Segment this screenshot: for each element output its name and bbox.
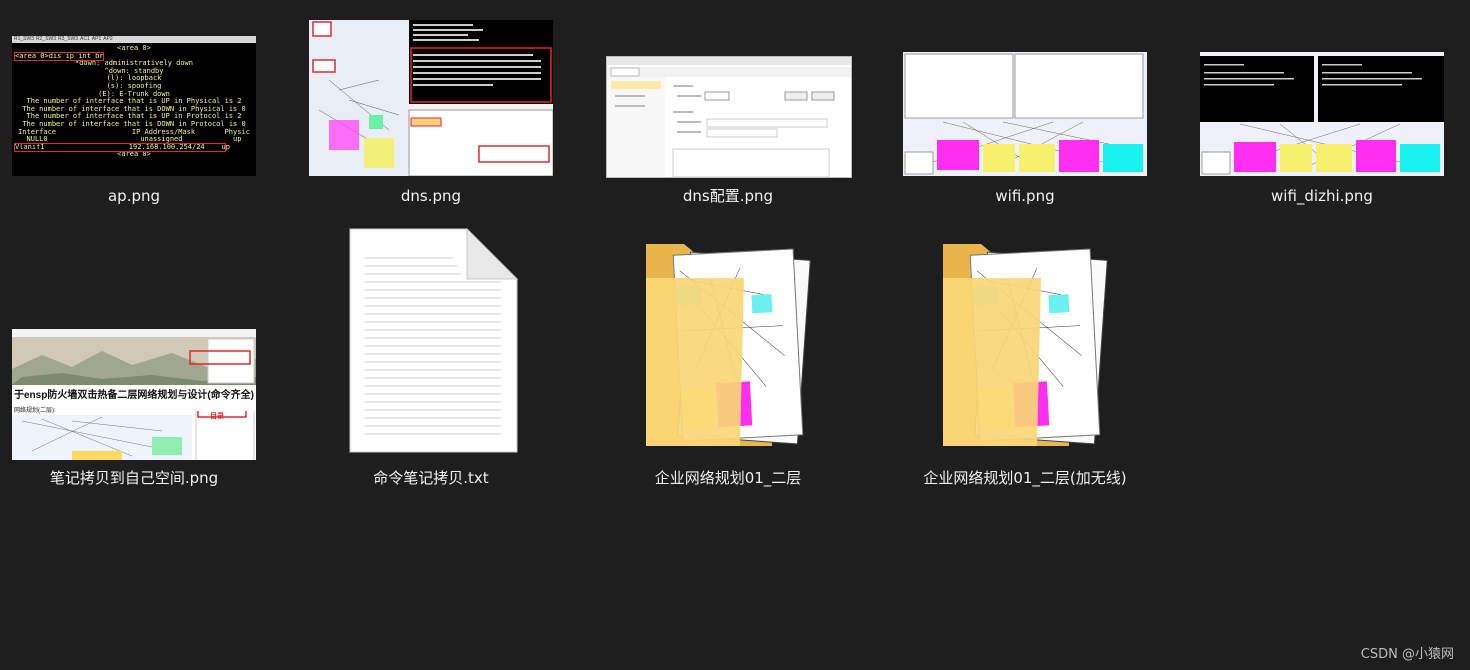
folder-network-plan[interactable]: 企业网络规划01_二层 [580, 210, 876, 487]
file-name: dns.png [400, 187, 462, 205]
terminal-tab: AP2 [103, 36, 113, 42]
terminal-tab: R2_SW3 [36, 36, 57, 42]
file-notes-txt[interactable]: 命令笔记拷贝.txt [283, 210, 579, 487]
landscape-banner [12, 329, 256, 385]
terminal-tabs: R1_SW3 R2_SW3 R3_SW3 AC1 AP1 AP2 [12, 36, 256, 43]
wifi-dizhi-thumbnail [1200, 52, 1444, 176]
terminal-tab: AP1 [91, 36, 102, 42]
folder-network-plan-wireless[interactable]: 企业网络规划01_二层(加无线) [877, 210, 1173, 487]
file-name: wifi.png [995, 187, 1055, 205]
file-wifi-png[interactable]: wifi.png [877, 20, 1173, 205]
dns-thumbnail [309, 20, 553, 176]
file-blog-png[interactable]: 于ensp防火墙双击热备二层网络规划与设计(命令齐全) 网络规划(二层): 目录… [0, 310, 282, 487]
file-name: wifi_dizhi.png [1271, 187, 1373, 205]
topology-diagram [1200, 56, 1444, 175]
folder-icon [943, 244, 1108, 446]
file-name: 笔记拷贝到自己空间.png [49, 469, 219, 487]
topology-diagram [309, 20, 553, 176]
file-wifi-dizhi-png[interactable]: wifi_dizhi.png [1174, 20, 1470, 205]
document-icon [349, 228, 519, 453]
terminal-tab: R1_SW3 [14, 36, 35, 42]
file-name: 命令笔记拷贝.txt [373, 469, 489, 487]
wifi-thumbnail [903, 52, 1147, 176]
file-dns-png[interactable]: dns.png [283, 20, 579, 205]
folder-name: 企业网络规划01_二层(加无线) [923, 469, 1127, 487]
dns-config-thumbnail [606, 56, 852, 178]
file-name: dns配置.png [682, 187, 774, 205]
terminal-tab: R3_SW3 [58, 36, 79, 42]
toc-label: 目录 [210, 413, 224, 420]
topology-diagram [904, 53, 1144, 175]
terminal-tab: AC1 [80, 36, 90, 42]
file-dns-config-png[interactable]: dns配置.png [580, 20, 876, 205]
ap-thumbnail: R1_SW3 R2_SW3 R3_SW3 AC1 AP1 AP2 <area 0… [12, 36, 256, 176]
folder-name: 企业网络规划01_二层 [654, 469, 802, 487]
blog-thumbnail: 于ensp防火墙双击热备二层网络规划与设计(命令齐全) 网络规划(二层): 目录 [12, 329, 256, 460]
folder-icon [646, 244, 811, 446]
terminal-line: <area 0> [117, 150, 151, 159]
file-name: ap.png [107, 187, 161, 205]
watermark: CSDN @小猿网 [1360, 647, 1454, 662]
file-ap-png[interactable]: R1_SW3 R2_SW3 R3_SW3 AC1 AP1 AP2 <area 0… [0, 20, 282, 205]
server-config-window [607, 57, 851, 177]
blog-title: 于ensp防火墙双击热备二层网络规划与设计(命令齐全) [14, 390, 254, 401]
